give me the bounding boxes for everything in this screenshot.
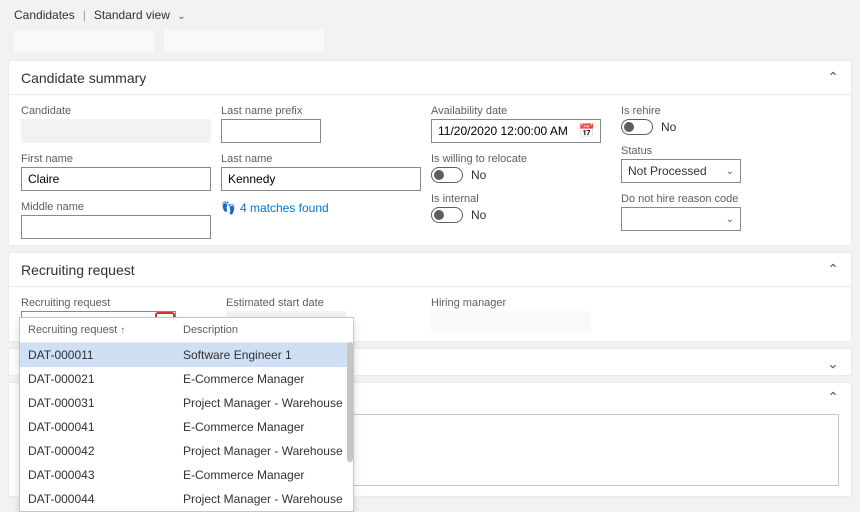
row-desc: Project Manager - Warehouse (183, 444, 343, 458)
column-id-label: Recruiting request (28, 324, 117, 336)
chevron-down-icon: ⌄ (177, 11, 185, 22)
row-id: DAT-000044 (28, 492, 183, 506)
availability-field[interactable] (431, 119, 601, 143)
status-value: Not Processed (628, 164, 707, 178)
chevron-down-icon: ⌄ (726, 166, 734, 177)
row-id: DAT-000031 (28, 396, 183, 410)
row-id: DAT-000011 (28, 348, 183, 362)
availability-label: Availability date (431, 105, 611, 117)
row-desc: E-Commerce Manager (183, 372, 304, 386)
recruiting-request-dropdown: Recruiting request ↑ Description DAT-000… (19, 317, 354, 512)
column-header-id[interactable]: Recruiting request ↑ (28, 324, 183, 336)
row-desc: Software Engineer 1 (183, 348, 292, 362)
breadcrumb-bar: Candidates | Standard view ⌄ (0, 0, 860, 30)
relocate-value: No (471, 168, 486, 182)
dropdown-row[interactable]: DAT-000011Software Engineer 1 (20, 343, 353, 367)
calendar-icon[interactable]: 📅 (579, 123, 595, 139)
status-label: Status (621, 145, 821, 157)
dropdown-row[interactable]: DAT-000042Project Manager - Warehouse (20, 439, 353, 463)
sort-ascending-icon: ↑ (120, 325, 125, 336)
action-placeholder-row (0, 30, 860, 60)
matches-found-link[interactable]: 👣 4 matches found (221, 201, 421, 215)
chevron-down-icon: ⌃ (827, 354, 839, 371)
start-date-label: Estimated start date (226, 297, 421, 309)
panel-header[interactable]: Recruiting request ⌃ (9, 253, 851, 287)
status-select[interactable]: Not Processed ⌄ (621, 159, 741, 183)
internal-toggle[interactable]: No (431, 207, 611, 223)
summary-body: Candidate First name Middle name Last na… (9, 95, 851, 245)
dropdown-row[interactable]: DAT-000031Project Manager - Warehouse (20, 391, 353, 415)
dropdown-row[interactable]: DAT-000043E-Commerce Manager (20, 463, 353, 487)
first-name-field[interactable] (21, 167, 211, 191)
middle-name-label: Middle name (21, 201, 211, 213)
chevron-up-icon[interactable]: ⌃ (827, 261, 839, 278)
chevron-up-icon[interactable]: ⌃ (827, 389, 839, 406)
last-name-prefix-field[interactable] (221, 119, 321, 143)
view-label: Standard view (94, 8, 170, 22)
toggle-pill (431, 207, 463, 223)
rehire-label: Is rehire (621, 105, 821, 117)
panel-header[interactable]: Candidate summary ⌃ (9, 61, 851, 95)
dropdown-row[interactable]: DAT-000044Project Manager - Warehouse (20, 487, 353, 511)
row-id: DAT-000043 (28, 468, 183, 482)
dropdown-row[interactable]: DAT-000021E-Commerce Manager (20, 367, 353, 391)
relocate-label: Is willing to relocate (431, 153, 611, 165)
matches-text: 4 matches found (240, 201, 329, 215)
scrollbar[interactable] (347, 342, 353, 462)
internal-label: Is internal (431, 193, 611, 205)
dropdown-row[interactable]: DAT-000041E-Commerce Manager (20, 415, 353, 439)
toggle-pill (621, 119, 653, 135)
dropdown-header: Recruiting request ↑ Description (20, 318, 353, 343)
chevron-down-icon: ⌄ (726, 214, 734, 225)
reason-select[interactable]: ⌄ (621, 207, 741, 231)
last-name-field[interactable] (221, 167, 421, 191)
toggle-pill (431, 167, 463, 183)
candidate-summary-panel: Candidate summary ⌃ Candidate First name… (8, 60, 852, 246)
hiring-manager-field[interactable] (431, 311, 591, 333)
recruiting-request-panel: Recruiting request ⌃ Recruiting request … (8, 252, 852, 342)
candidate-field[interactable] (21, 119, 211, 143)
last-name-prefix-label: Last name prefix (221, 105, 421, 117)
rehire-toggle[interactable]: No (621, 119, 821, 135)
recruiting-request-label: Recruiting request (21, 297, 216, 309)
hiring-manager-label: Hiring manager (431, 297, 626, 309)
row-desc: E-Commerce Manager (183, 420, 304, 434)
row-desc: Project Manager - Warehouse (183, 492, 343, 506)
action-placeholder (164, 30, 324, 52)
candidate-label: Candidate (21, 105, 211, 117)
breadcrumb-separator: | (83, 8, 86, 22)
breadcrumb-root[interactable]: Candidates (14, 8, 75, 22)
rehire-value: No (661, 120, 676, 134)
view-selector[interactable]: Standard view ⌄ (94, 8, 186, 22)
column-header-desc[interactable]: Description (183, 324, 238, 336)
relocate-toggle[interactable]: No (431, 167, 611, 183)
row-id: DAT-000021 (28, 372, 183, 386)
dropdown-rows: DAT-000011Software Engineer 1DAT-000021E… (20, 343, 353, 511)
row-desc: E-Commerce Manager (183, 468, 304, 482)
middle-name-field[interactable] (21, 215, 211, 239)
reason-label: Do not hire reason code (621, 193, 821, 205)
first-name-label: First name (21, 153, 211, 165)
panel-title: Recruiting request (21, 262, 135, 278)
action-placeholder (14, 30, 154, 52)
panel-title: Candidate summary (21, 70, 146, 86)
person-icon: 👣 (221, 201, 236, 215)
chevron-up-icon[interactable]: ⌃ (827, 69, 839, 86)
row-id: DAT-000042 (28, 444, 183, 458)
internal-value: No (471, 208, 486, 222)
last-name-label: Last name (221, 153, 421, 165)
row-id: DAT-000041 (28, 420, 183, 434)
row-desc: Project Manager - Warehouse (183, 396, 343, 410)
